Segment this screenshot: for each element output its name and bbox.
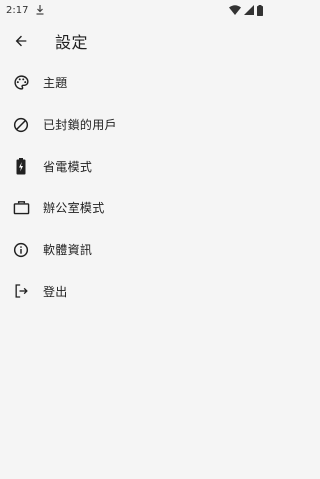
signal-icon (244, 5, 254, 15)
status-right (229, 4, 263, 16)
menu-item-software-info[interactable]: 軟體資訊 (0, 229, 269, 271)
download-icon (36, 5, 44, 15)
palette-icon (12, 74, 30, 92)
battery-icon (257, 4, 263, 16)
menu-item-label: 省電模式 (43, 159, 93, 174)
arrow-back-icon (15, 35, 27, 47)
menu-item-blocked-users[interactable]: 已封鎖的用戶 (0, 104, 269, 146)
menu-item-logout[interactable]: 登出 (0, 270, 269, 312)
back-button[interactable] (10, 30, 32, 52)
menu-item-label: 辦公室模式 (43, 201, 105, 216)
menu-item-label: 軟體資訊 (43, 243, 93, 258)
menu-item-label: 登出 (43, 284, 68, 299)
settings-menu: 主題 已封鎖的用戶 省電模式 辦公室模式 軟體資訊 登出 (0, 62, 269, 312)
info-icon (12, 241, 30, 259)
status-time: 2:17 (6, 4, 29, 16)
menu-item-battery-saver[interactable]: 省電模式 (0, 145, 269, 187)
status-bar: 2:17 (0, 0, 269, 20)
menu-item-label: 主題 (43, 76, 68, 91)
briefcase-icon (12, 199, 30, 217)
wifi-icon (229, 5, 241, 15)
battery-saver-icon (12, 157, 30, 175)
menu-item-theme[interactable]: 主題 (0, 62, 269, 104)
menu-item-office-mode[interactable]: 辦公室模式 (0, 187, 269, 229)
logout-icon (12, 282, 30, 300)
menu-item-label: 已封鎖的用戶 (43, 118, 117, 133)
status-left: 2:17 (6, 5, 44, 16)
block-icon (12, 116, 30, 134)
page-title: 設定 (55, 33, 89, 52)
app-bar: 設定 (0, 24, 269, 58)
settings-screen: 2:17 設定 主題 已封鎖的用戶 省電模式 辦公室模式 軟體資訊 登出 (0, 0, 269, 479)
